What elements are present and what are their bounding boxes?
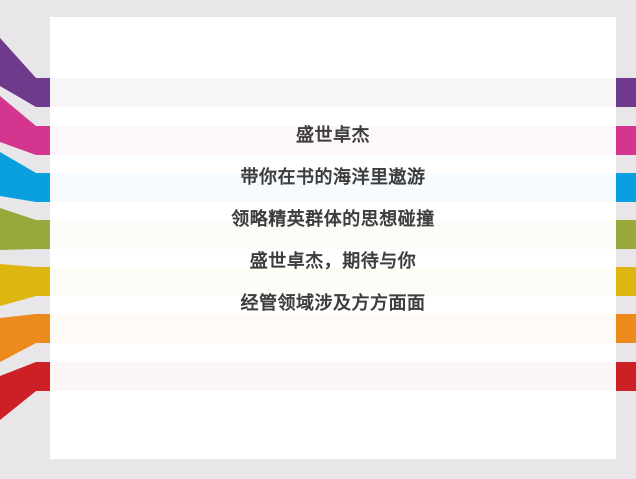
text-line-1: 盛世卓杰 — [296, 125, 370, 146]
ribbon-red-left — [0, 362, 36, 420]
ribbon-olive-right — [614, 220, 636, 249]
ribbon-olive-left — [0, 208, 36, 250]
text-line-3: 领略精英群体的思想碰撞 — [231, 209, 435, 230]
ribbon-magenta-left — [0, 96, 36, 155]
ribbon-purple-right — [614, 78, 636, 107]
ribbon-yellow-right — [614, 267, 636, 296]
ribbon-orange-right — [614, 314, 636, 343]
ribbon-red-right — [614, 362, 636, 391]
text-line-5: 经管领域涉及方方面面 — [240, 293, 426, 314]
slide: 盛世卓杰 带你在书的海洋里遨游 领略精英群体的思想碰撞 盛世卓杰，期待与你 经管… — [0, 0, 636, 479]
text-line-2: 带你在书的海洋里遨游 — [240, 167, 426, 188]
ribbon-purple-left — [0, 38, 36, 107]
stripe-red — [50, 362, 616, 391]
text-line-4: 盛世卓杰，期待与你 — [249, 251, 417, 272]
slide-text: 盛世卓杰 带你在书的海洋里遨游 领略精英群体的思想碰撞 盛世卓杰，期待与你 经管… — [50, 120, 616, 330]
ribbon-blue-left — [0, 152, 36, 202]
stripe-purple — [50, 78, 616, 107]
ribbon-magenta-right — [614, 126, 636, 155]
ribbon-yellow-left — [0, 264, 36, 306]
ribbon-orange-left — [0, 314, 36, 362]
ribbon-blue-right — [614, 173, 636, 202]
